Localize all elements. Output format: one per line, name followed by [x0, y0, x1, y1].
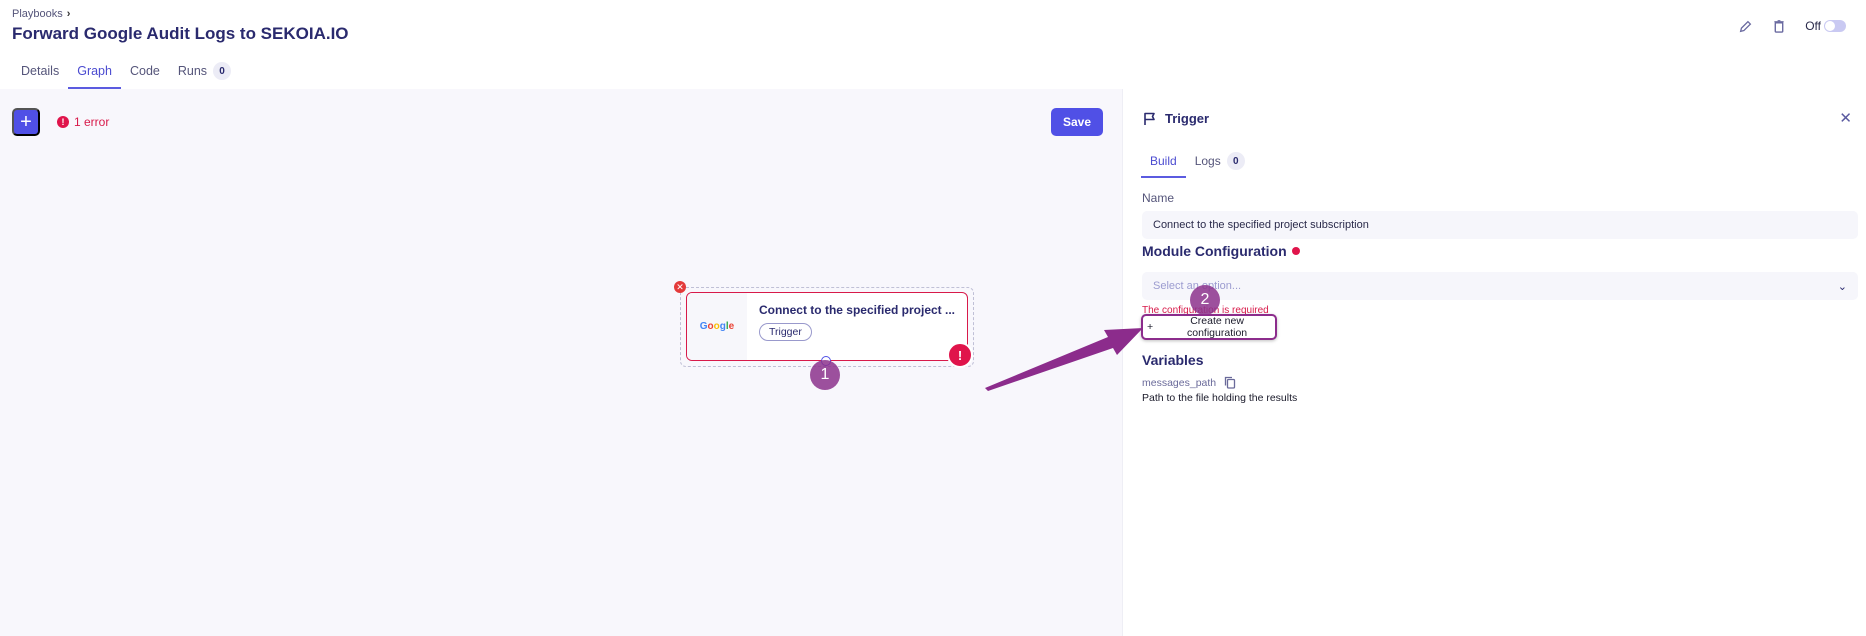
tab-runs[interactable]: Runs 0: [169, 60, 240, 89]
trigger-node[interactable]: Google Connect to the specified project …: [686, 292, 968, 361]
trigger-panel: Trigger ✕ Build Logs 0 Name Module Config…: [1122, 89, 1866, 636]
add-node-button[interactable]: +: [12, 108, 40, 136]
error-icon: !: [57, 116, 69, 128]
toggle-label: Off: [1805, 19, 1821, 33]
variables-title: Variables: [1142, 352, 1204, 368]
tab-label: Graph: [77, 64, 112, 78]
error-count-label: 1 error: [74, 115, 110, 129]
close-icon[interactable]: ✕: [1839, 109, 1852, 127]
node-title: Connect to the specified project ...: [758, 303, 955, 317]
tab-details[interactable]: Details: [12, 60, 68, 89]
tab-code[interactable]: Code: [121, 60, 169, 89]
tab-bar: Details Graph Code Runs 0: [12, 60, 240, 89]
copy-icon[interactable]: [1224, 376, 1236, 389]
tab-build[interactable]: Build: [1141, 154, 1186, 178]
variable-description: Path to the file holding the results: [1142, 392, 1298, 404]
panel-tabs: Build Logs 0: [1141, 152, 1254, 178]
section-title-text: Module Configuration: [1142, 243, 1287, 259]
logs-count-badge: 0: [1226, 152, 1245, 170]
chevron-right-icon: ›: [66, 8, 71, 20]
plus-icon: +: [1147, 321, 1154, 333]
flag-icon: [1144, 112, 1155, 125]
save-button[interactable]: Save: [1051, 108, 1103, 136]
google-logo: Google: [687, 293, 747, 360]
panel-header: Trigger: [1143, 111, 1209, 126]
step-marker-1: 1: [810, 360, 840, 390]
tab-label: Code: [129, 64, 160, 78]
section-title-text: Variables: [1142, 352, 1204, 368]
error-indicator[interactable]: ! 1 error: [57, 115, 109, 129]
create-configuration-button[interactable]: + Create new configuration: [1141, 314, 1277, 340]
name-label: Name: [1142, 191, 1175, 205]
trash-icon[interactable]: [1771, 18, 1787, 34]
remove-node-icon[interactable]: ✕: [674, 281, 686, 293]
toggle-switch[interactable]: [1824, 20, 1846, 32]
pencil-icon[interactable]: [1737, 18, 1753, 34]
tab-graph[interactable]: Graph: [68, 60, 121, 89]
runs-count-badge: 0: [213, 62, 232, 80]
create-configuration-label: Create new configuration: [1187, 315, 1248, 339]
variable-name: messages_path: [1142, 376, 1236, 389]
step-marker-2: 2: [1190, 285, 1220, 315]
module-configuration-title: Module Configuration: [1142, 243, 1300, 259]
breadcrumb-playbooks[interactable]: Playbooks: [12, 8, 63, 20]
chevron-down-icon: ⌄: [1837, 280, 1847, 293]
configuration-select[interactable]: Select an option... ⌄: [1142, 272, 1858, 300]
page-title: Forward Google Audit Logs to SEKOIA.IO: [12, 24, 349, 43]
required-icon: [1291, 247, 1300, 255]
tab-label: Details: [21, 64, 60, 78]
breadcrumb: Playbooks ›: [12, 8, 70, 20]
tab-label: Build: [1150, 154, 1177, 168]
tab-label: Runs: [177, 64, 208, 78]
node-type-tag: Trigger: [758, 323, 812, 341]
tab-label: Logs: [1194, 154, 1221, 168]
node-error-icon[interactable]: !: [947, 342, 973, 368]
panel-title: Trigger: [1165, 111, 1210, 126]
name-input[interactable]: [1142, 211, 1858, 239]
active-toggle[interactable]: Off: [1805, 19, 1846, 33]
header-actions: Off: [1737, 18, 1846, 34]
page-header: Playbooks › Forward Google Audit Logs to…: [0, 0, 1866, 89]
tab-logs[interactable]: Logs 0: [1186, 152, 1254, 178]
variable-name-text: messages_path: [1142, 376, 1217, 389]
